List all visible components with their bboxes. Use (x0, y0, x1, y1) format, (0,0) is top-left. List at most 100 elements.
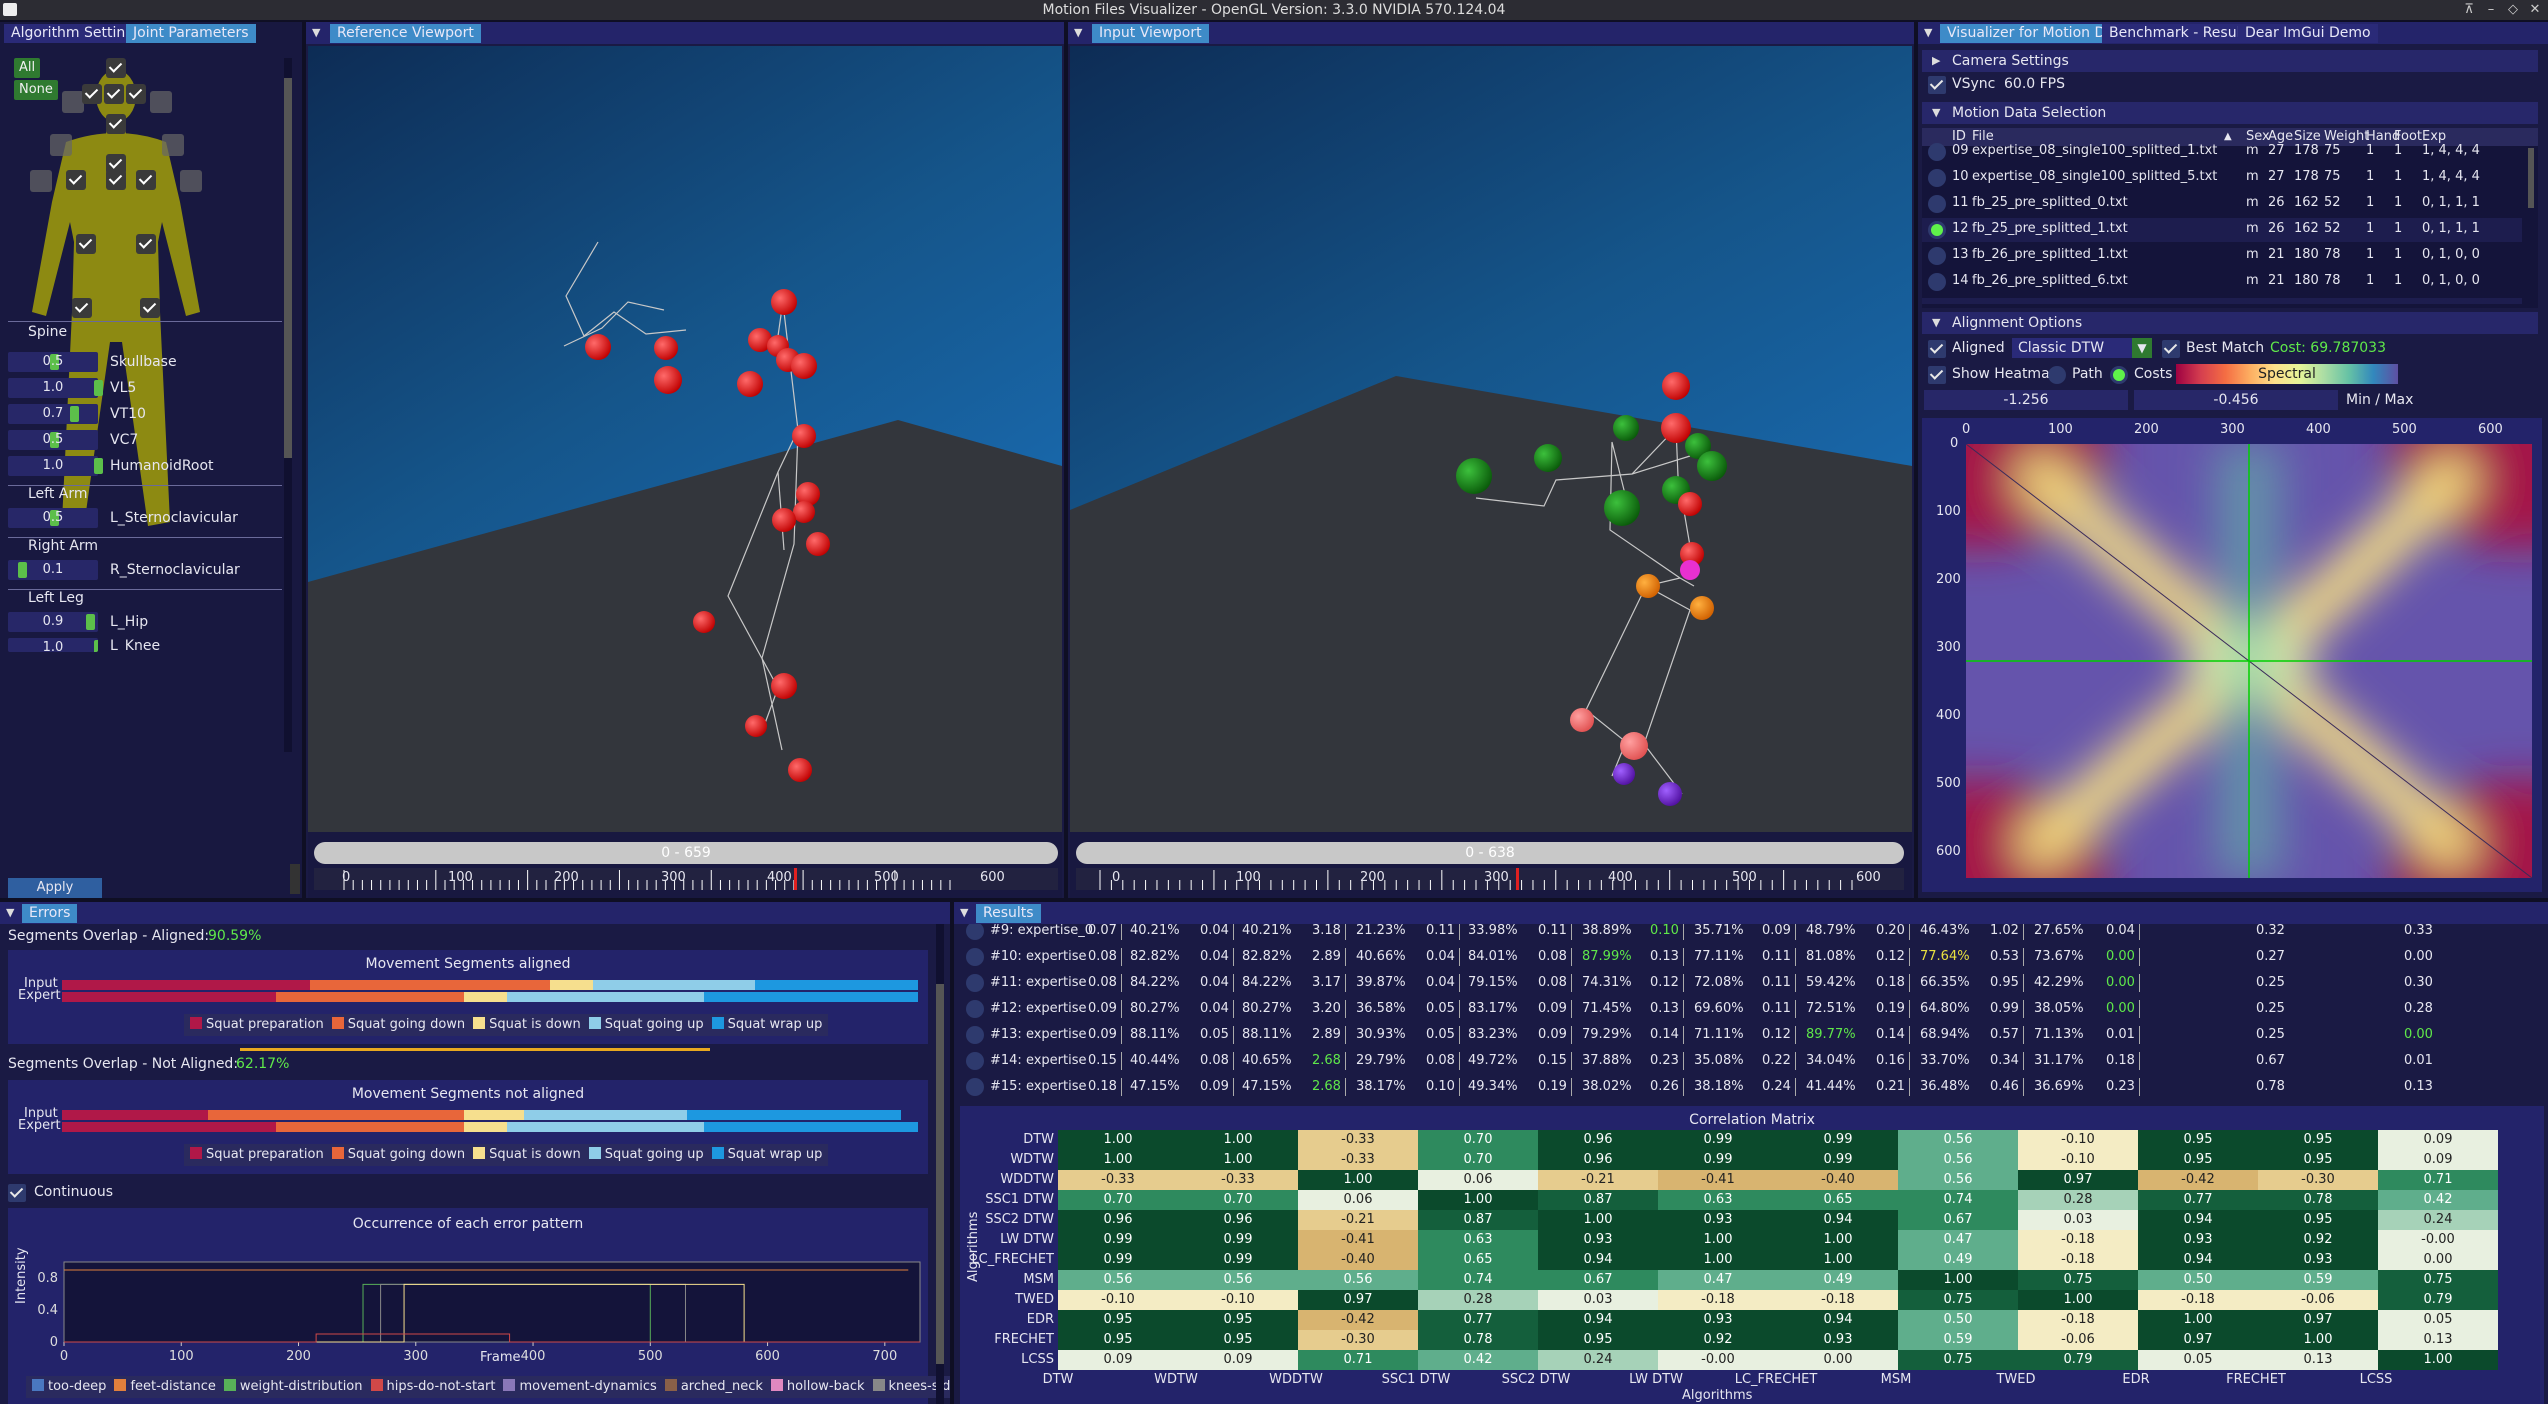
matrix-cell[interactable]: -0.00 (2378, 1230, 2498, 1250)
row-select-radio[interactable] (1928, 273, 1946, 291)
tab-results[interactable]: Results (976, 904, 1041, 923)
matrix-cell[interactable]: 0.95 (1538, 1330, 1658, 1350)
matrix-cell[interactable]: 0.49 (1778, 1270, 1898, 1290)
matrix-cell[interactable]: -0.30 (1298, 1330, 1418, 1350)
matrix-cell[interactable]: 0.63 (1418, 1230, 1538, 1250)
reference-frame-ruler[interactable]: 0 100 200 300 400 500 600 (314, 868, 1058, 890)
matrix-cell[interactable]: 1.00 (2258, 1330, 2378, 1350)
matrix-cell[interactable]: 0.96 (1538, 1150, 1658, 1170)
matrix-cell[interactable]: 0.93 (1658, 1210, 1778, 1230)
matrix-cell[interactable]: -0.10 (1058, 1290, 1178, 1310)
select-none-button[interactable]: None (14, 80, 58, 100)
matrix-cell[interactable]: 0.93 (2138, 1230, 2258, 1250)
splitter-handle[interactable] (290, 864, 300, 894)
matrix-cell[interactable]: 0.78 (1418, 1330, 1538, 1350)
vsync-checkbox[interactable] (1928, 76, 1946, 94)
matrix-cell[interactable]: -0.33 (1058, 1170, 1178, 1190)
results-row[interactable]: #11: expertise 0.08 84.22% 0.04 84.22% 3.17 39… (960, 970, 2544, 996)
max-value-field[interactable]: -0.456 (2134, 390, 2338, 410)
collapse-arrow-icon[interactable]: ▼ (6, 902, 14, 924)
matrix-cell[interactable]: 0.42 (2378, 1190, 2498, 1210)
legend-item[interactable]: Squat going up (588, 1146, 704, 1164)
matrix-cell[interactable]: -0.18 (2138, 1290, 2258, 1310)
matrix-cell[interactable]: 1.00 (1898, 1270, 2018, 1290)
matrix-cell[interactable]: -0.06 (2258, 1290, 2378, 1310)
best-match-checkbox[interactable] (2162, 340, 2180, 358)
input-frame-ruler[interactable]: 0 100 200 300 400 500 600 (1076, 868, 1904, 890)
matrix-cell[interactable]: 0.75 (2378, 1270, 2498, 1290)
row-select-radio[interactable] (1928, 195, 1946, 213)
dtw-cost-heatmap[interactable] (1966, 444, 2532, 878)
matrix-cell[interactable]: 1.00 (2018, 1290, 2138, 1310)
colormap-select[interactable]: Spectral (2176, 364, 2398, 384)
legend-item[interactable]: Squat preparation (190, 1146, 324, 1164)
tab-input-viewport[interactable]: Input Viewport (1092, 24, 1209, 43)
matrix-cell[interactable]: 0.05 (2378, 1310, 2498, 1330)
reference-frame-range[interactable]: 0 - 659 (314, 842, 1058, 864)
matrix-cell[interactable]: 0.03 (2018, 1210, 2138, 1230)
matrix-cell[interactable]: 1.00 (1658, 1230, 1778, 1250)
legend-item[interactable]: Squat going down (331, 1016, 465, 1034)
joint-check-l-hip[interactable] (66, 170, 86, 190)
matrix-cell[interactable]: 0.71 (2378, 1170, 2498, 1190)
matrix-cell[interactable]: 0.75 (1898, 1290, 2018, 1310)
matrix-cell[interactable]: 0.42 (1418, 1350, 1538, 1370)
joint-check-l-ankle[interactable] (72, 298, 92, 318)
matrix-cell[interactable]: 0.59 (1898, 1330, 2018, 1350)
slider-grab[interactable] (86, 614, 95, 630)
matrix-cell[interactable]: -0.00 (1658, 1350, 1778, 1370)
playhead[interactable] (794, 868, 797, 890)
row-select-radio[interactable] (1928, 143, 1946, 161)
row-select-radio[interactable] (966, 1026, 984, 1044)
table-row[interactable]: 09 expertise_08_single100_splitted_1.txt m… (1922, 140, 2522, 164)
matrix-cell[interactable]: 0.99 (1178, 1250, 1298, 1270)
matrix-cell[interactable]: 0.74 (1898, 1190, 2018, 1210)
matrix-cell[interactable]: 0.56 (1898, 1150, 2018, 1170)
matrix-cell[interactable]: 0.63 (1658, 1190, 1778, 1210)
matrix-cell[interactable]: 0.09 (1178, 1350, 1298, 1370)
matrix-cell[interactable]: 0.99 (1058, 1230, 1178, 1250)
matrix-cell[interactable]: 0.92 (2258, 1230, 2378, 1250)
path-radio[interactable] (2048, 366, 2066, 384)
matrix-cell[interactable]: 0.06 (1298, 1190, 1418, 1210)
collapse-arrow-icon[interactable]: ▼ (1074, 22, 1082, 44)
joint-check-vc7[interactable] (104, 84, 124, 104)
legend-item[interactable]: weight-distribution (223, 1378, 363, 1396)
matrix-cell[interactable]: 1.00 (1298, 1170, 1418, 1190)
occurrence-plot[interactable]: 0 100 200 300 400 500 600 700 0 0.4 0.8 (8, 1208, 928, 1404)
row-select-radio[interactable] (966, 1000, 984, 1018)
joint-check-r-knee[interactable] (136, 234, 156, 254)
matrix-cell[interactable]: 0.93 (1778, 1330, 1898, 1350)
min-value-field[interactable]: -1.256 (1924, 390, 2128, 410)
matrix-cell[interactable]: 0.00 (2378, 1250, 2498, 1270)
matrix-cell[interactable]: -0.41 (1658, 1170, 1778, 1190)
matrix-cell[interactable]: 0.92 (1658, 1330, 1778, 1350)
joint-check-r-ankle[interactable] (140, 298, 160, 318)
camera-settings-header[interactable]: ▶ Camera Settings (1922, 50, 2538, 72)
matrix-cell[interactable]: 0.50 (1898, 1310, 2018, 1330)
matrix-cell[interactable]: 0.50 (2138, 1270, 2258, 1290)
matrix-cell[interactable]: 0.95 (2258, 1130, 2378, 1150)
results-row[interactable]: #14: expertise 0.15 40.44% 0.08 40.65% 2.68 29… (960, 1048, 2544, 1074)
matrix-cell[interactable]: 0.94 (1778, 1210, 1898, 1230)
matrix-cell[interactable]: 0.09 (2378, 1150, 2498, 1170)
matrix-cell[interactable]: 0.97 (2138, 1330, 2258, 1350)
playhead[interactable] (1516, 868, 1519, 890)
matrix-cell[interactable]: 0.94 (1538, 1250, 1658, 1270)
matrix-cell[interactable]: -0.18 (2018, 1230, 2138, 1250)
row-select-radio[interactable] (1928, 169, 1946, 187)
matrix-cell[interactable]: 0.96 (1058, 1210, 1178, 1230)
matrix-cell[interactable]: 0.96 (1178, 1210, 1298, 1230)
collapse-arrow-icon[interactable]: ▼ (960, 902, 968, 924)
matrix-cell[interactable]: 0.79 (2378, 1290, 2498, 1310)
matrix-cell[interactable]: -0.21 (1298, 1210, 1418, 1230)
input-frame-range[interactable]: 0 - 638 (1076, 842, 1904, 864)
row-select-radio[interactable] (966, 1078, 984, 1096)
input-3d-scene[interactable] (1070, 46, 1912, 832)
matrix-cell[interactable]: -0.18 (1778, 1290, 1898, 1310)
matrix-cell[interactable]: 0.59 (2258, 1270, 2378, 1290)
tab-joint-parameters[interactable]: Joint Parameters (126, 24, 256, 43)
row-select-radio[interactable] (966, 974, 984, 992)
joint-box-right-shoulder[interactable] (150, 91, 172, 113)
matrix-cell[interactable]: 0.94 (1538, 1310, 1658, 1330)
